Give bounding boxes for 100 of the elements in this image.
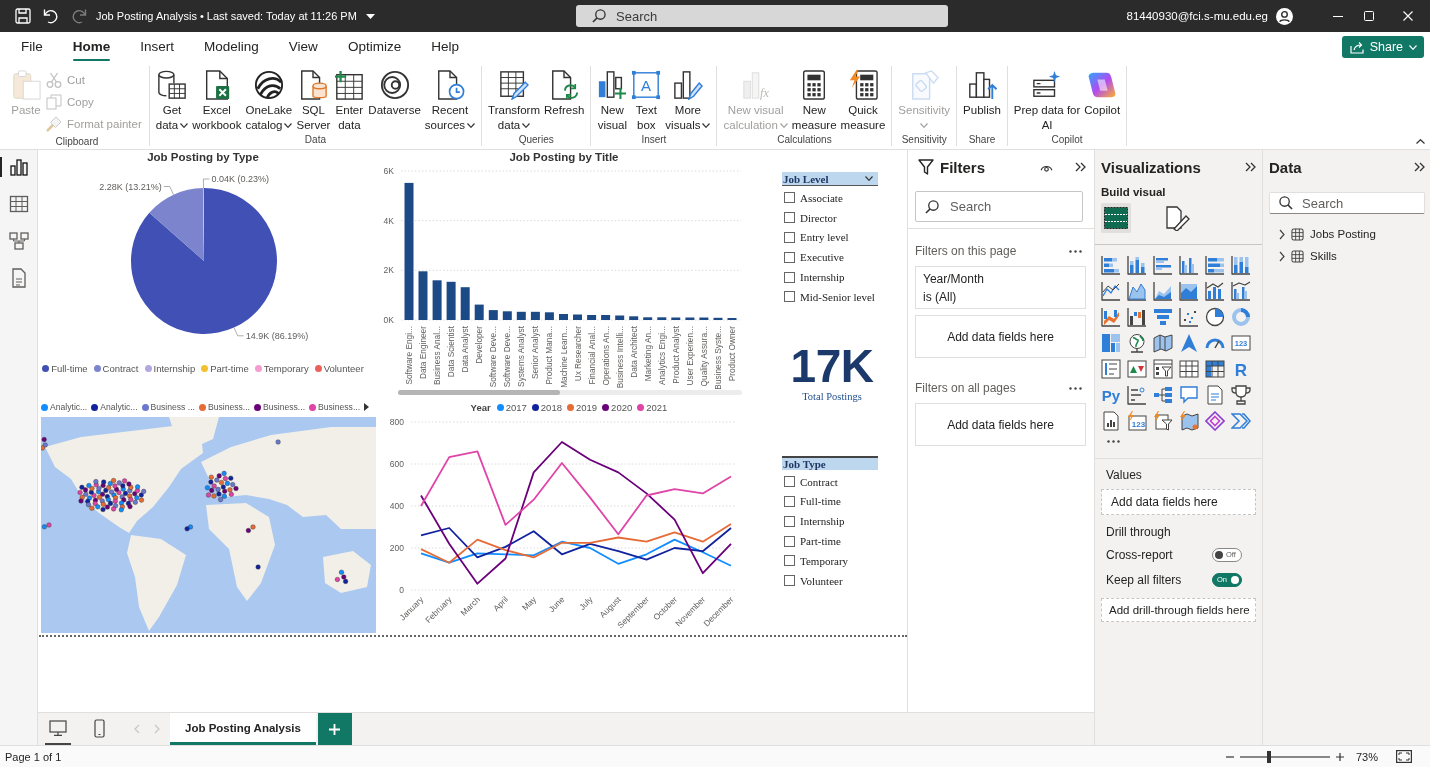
filter-lightning-icon[interactable] — [1153, 411, 1173, 431]
checkbox[interactable] — [784, 495, 795, 507]
option-label[interactable]: Director — [800, 211, 837, 224]
undo-icon[interactable] — [43, 8, 59, 24]
ribbon-button[interactable]: A Text box — [629, 68, 664, 133]
option-label[interactable]: Volunteer — [800, 574, 843, 587]
world-map[interactable] — [41, 417, 376, 633]
menu-tab[interactable]: Modeling — [189, 32, 274, 62]
ribbon-button[interactable]: New measure — [789, 68, 839, 133]
collapse-pane-icon[interactable] — [1245, 162, 1256, 172]
search-field[interactable]: Search — [915, 191, 1083, 222]
treemap-icon[interactable] — [1101, 333, 1121, 353]
tree-item[interactable]: Skills — [1269, 245, 1425, 267]
chevrons-icon[interactable] — [1231, 411, 1251, 431]
ribbon-button[interactable]: Excel workbook — [190, 68, 244, 133]
menu-tab[interactable]: View — [273, 32, 333, 62]
option-label[interactable]: Part-time — [800, 535, 841, 548]
matrix-icon[interactable] — [1205, 359, 1225, 379]
checkbox[interactable] — [784, 192, 795, 204]
line-chart-icon[interactable] — [1101, 281, 1121, 301]
option-label[interactable]: Associate — [800, 191, 843, 204]
search-field[interactable]: Search — [1269, 192, 1425, 214]
ribbon-button[interactable]: Get data — [153, 68, 191, 133]
map-lightning-icon[interactable] — [1179, 411, 1199, 431]
diamond-icon[interactable] — [1205, 411, 1225, 431]
r-script-icon[interactable]: R — [1231, 359, 1251, 379]
ribbon-chart-icon[interactable] — [1101, 307, 1121, 327]
menu-tab[interactable]: Home — [57, 32, 126, 62]
line-column-chart-icon[interactable] — [1205, 281, 1225, 301]
menu-tab[interactable]: Help — [416, 32, 474, 62]
multi-row-card-icon[interactable] — [1101, 359, 1121, 379]
stacked-column-chart-icon[interactable] — [1127, 255, 1147, 275]
more-icon[interactable] — [1069, 386, 1082, 390]
ribbon-button[interactable]: Copilot — [1082, 68, 1123, 118]
ribbon-button[interactable]: Refresh — [542, 68, 587, 118]
save-icon[interactable] — [15, 8, 31, 24]
ribbon-button[interactable]: Quick measure — [838, 68, 888, 133]
drop-zone[interactable]: Add data fields here — [1101, 489, 1256, 515]
checkbox[interactable] — [784, 251, 795, 263]
drop-zone[interactable]: Add drill-through fields here — [1101, 598, 1256, 622]
option-label[interactable]: Contract — [800, 475, 838, 488]
stacked-bar-chart-icon[interactable] — [1101, 255, 1121, 275]
waterfall-chart-icon[interactable] — [1127, 307, 1147, 327]
slicer-icon[interactable] — [1153, 359, 1173, 379]
speech-bubble-icon[interactable] — [1179, 385, 1199, 405]
ribbon-button[interactable]: SQL Server — [294, 68, 333, 133]
ribbon-button[interactable]: OneLake catalog — [243, 68, 295, 133]
full-stacked-column-chart-icon[interactable] — [1231, 255, 1251, 275]
checkbox[interactable] — [784, 291, 795, 303]
pie-chart-icon[interactable] — [1205, 307, 1225, 327]
option-label[interactable]: Entry level — [800, 231, 849, 244]
navigation-arrow-icon[interactable] — [1179, 333, 1199, 353]
report-document-icon[interactable] — [1101, 411, 1121, 431]
add-page-button[interactable] — [317, 713, 352, 745]
collapse-pane-icon[interactable] — [1414, 162, 1425, 172]
user-avatar-icon[interactable] — [1276, 7, 1293, 25]
full-area-chart-icon[interactable] — [1179, 281, 1199, 301]
close-icon[interactable] — [1403, 11, 1413, 21]
stacked-area-chart-icon[interactable] — [1153, 281, 1173, 301]
checkbox[interactable] — [784, 515, 795, 527]
option-label[interactable]: Executive — [800, 251, 844, 264]
area-chart-icon[interactable] — [1127, 281, 1147, 301]
globe-icon[interactable] — [1127, 333, 1147, 353]
ribbon-button[interactable]: Recent sources — [422, 68, 478, 133]
checkbox[interactable] — [784, 535, 795, 547]
table-icon[interactable] — [1179, 359, 1199, 379]
minimize-icon[interactable] — [1333, 15, 1343, 17]
caret-right-icon[interactable] — [364, 403, 370, 411]
full-stacked-bar-chart-icon[interactable] — [1205, 255, 1225, 275]
slider-thumb[interactable] — [1266, 750, 1271, 763]
line-clustered-chart-icon[interactable] — [1231, 281, 1251, 301]
filter-card[interactable]: Year/Month is (All) — [915, 266, 1086, 309]
menu-tab[interactable]: Insert — [125, 32, 190, 62]
key-influencers-icon[interactable] — [1127, 385, 1147, 405]
ribbon-button[interactable]: New visual — [595, 68, 630, 133]
horizontal-scrollbar[interactable] — [398, 390, 742, 395]
narrative-document-icon[interactable] — [1205, 385, 1225, 405]
python-icon[interactable]: Py — [1101, 385, 1121, 405]
collapse-pane-icon[interactable] — [1075, 162, 1086, 172]
funnel-icon[interactable] — [1153, 307, 1173, 327]
clustered-bar-chart-icon[interactable] — [1153, 255, 1173, 275]
ribbon-button[interactable]: Prep data for AI — [1011, 68, 1083, 133]
more-icon[interactable] — [1069, 249, 1082, 253]
ribbon-button[interactable]: Publish — [961, 68, 1003, 118]
option-label[interactable]: Internship — [800, 515, 845, 528]
zoom-in-icon[interactable] — [1335, 752, 1344, 761]
option-label[interactable]: Mid-Senior level — [800, 290, 875, 303]
option-label[interactable]: Internship — [800, 271, 845, 284]
caret-down-icon[interactable] — [365, 13, 375, 19]
trophy-icon[interactable] — [1231, 385, 1251, 405]
mode-tab[interactable] — [1101, 203, 1131, 233]
ribbon-button[interactable]: More visuals — [663, 68, 713, 133]
checkbox[interactable] — [784, 476, 795, 488]
zoom-out-icon[interactable] — [1225, 755, 1234, 758]
ribbon-button[interactable]: Transform data — [486, 68, 543, 133]
tree-item[interactable]: Jobs Posting — [1269, 223, 1425, 245]
checkbox[interactable] — [784, 212, 795, 224]
page-tab[interactable]: Job Posting Analysis — [170, 713, 316, 745]
search-field[interactable]: Search — [576, 5, 948, 27]
option-label[interactable]: Temporary — [800, 554, 849, 567]
